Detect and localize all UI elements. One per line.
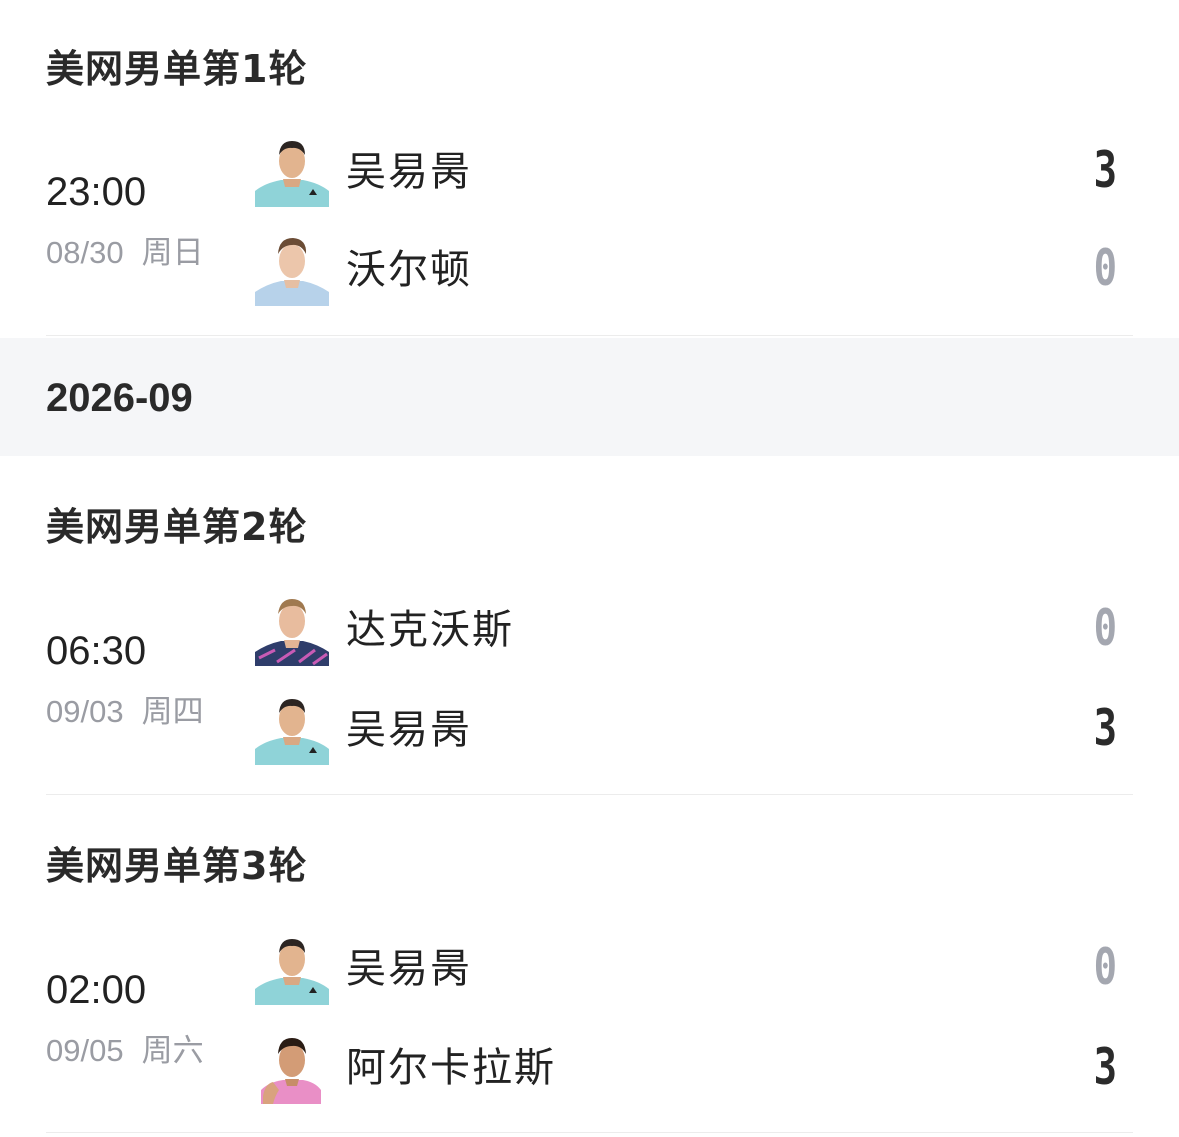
player-score: 3: [1093, 699, 1117, 757]
divider: [46, 335, 1133, 336]
player-name[interactable]: 吴易昺: [346, 152, 472, 192]
player-avatar: [255, 592, 329, 666]
month-label: 2026-09: [46, 376, 193, 420]
player-avatar: [255, 1030, 329, 1104]
match-date: 09/03 周四: [46, 696, 204, 727]
weekday: 周六: [141, 1033, 204, 1068]
match-time: 02:00: [46, 968, 147, 1012]
match-date: 08/30 周日: [46, 237, 204, 268]
round-title: 美网男单第1轮: [46, 47, 308, 91]
date-value: 09/05: [46, 1033, 124, 1068]
player-name[interactable]: 吴易昺: [346, 710, 472, 750]
player-score: 0: [1093, 938, 1117, 996]
player-name[interactable]: 阿尔卡拉斯: [346, 1048, 556, 1088]
player-score: 0: [1093, 599, 1117, 657]
date-value: 08/30: [46, 235, 124, 270]
player-name[interactable]: 沃尔顿: [346, 250, 472, 290]
player-avatar: [255, 691, 329, 765]
player-name[interactable]: 达克沃斯: [346, 610, 514, 650]
weekday: 周日: [141, 235, 204, 270]
player-score: 0: [1093, 239, 1117, 297]
player-score: 3: [1093, 141, 1117, 199]
player-avatar: [255, 931, 329, 1005]
divider: [46, 794, 1133, 795]
match-time: 06:30: [46, 629, 147, 673]
player-avatar: [255, 133, 329, 207]
player-avatar: [255, 232, 329, 306]
month-header: 2026-09: [0, 338, 1179, 456]
date-value: 09/03: [46, 694, 124, 729]
match-time: 23:00: [46, 170, 147, 214]
player-score: 3: [1093, 1038, 1117, 1096]
round-title: 美网男单第3轮: [46, 844, 308, 888]
round-title: 美网男单第2轮: [46, 505, 308, 549]
divider: [46, 1132, 1133, 1133]
weekday: 周四: [141, 694, 204, 729]
player-name[interactable]: 吴易昺: [346, 949, 472, 989]
match-date: 09/05 周六: [46, 1035, 204, 1066]
